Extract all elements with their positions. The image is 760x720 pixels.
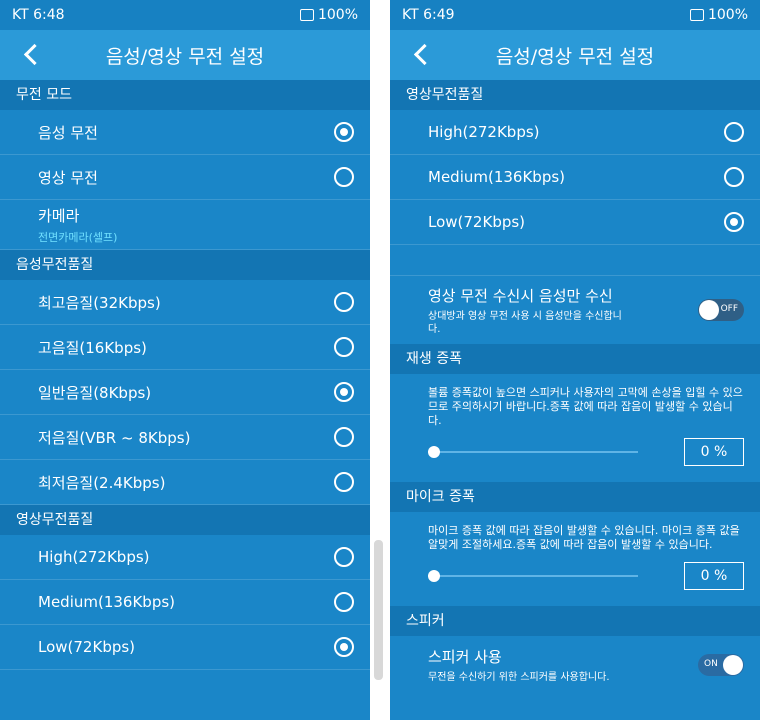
section-header-radio-mode: 무전 모드 — [0, 80, 370, 110]
radio-button[interactable] — [334, 547, 354, 567]
option-label: Medium(136Kbps) — [428, 168, 566, 186]
divider — [390, 245, 760, 276]
radio-button[interactable] — [724, 212, 744, 232]
toggle-knob — [723, 655, 743, 675]
voice-only-text: 영상 무전 수신시 음성만 수신 상대방과 영상 무전 사용 시 음성만을 수신… — [428, 285, 628, 336]
radio-button[interactable] — [724, 122, 744, 142]
playback-gain-value: 0 % — [684, 438, 744, 466]
toggle-state: OFF — [720, 304, 738, 314]
speaker-title: 스피커 사용 — [428, 648, 502, 666]
voice-only-desc: 상대방과 영상 무전 사용 시 음성만을 수신합니다. — [428, 310, 622, 335]
option-label: 최고음질(32Kbps) — [38, 293, 161, 312]
section-header-video-quality: 영상무전품질 — [390, 80, 760, 110]
section-header-mic-gain: 마이크 증폭 — [390, 482, 760, 512]
battery-level: 100% — [317, 7, 358, 23]
status-icons: 100% — [689, 7, 748, 23]
toggle-knob — [699, 300, 719, 320]
slider-thumb[interactable] — [428, 570, 440, 582]
voice-only-title: 영상 무전 수신시 음성만 수신 — [428, 286, 613, 305]
option-label: Medium(136Kbps) — [38, 593, 176, 611]
mic-gain-slider[interactable] — [428, 569, 638, 583]
section-header-speaker: 스피커 — [390, 606, 760, 636]
speaker-text: 스피커 사용 무전을 수신하기 위한 스피커를 사용합니다. — [428, 646, 610, 684]
playback-gain-desc: 볼륨 증폭값이 높으면 스피커나 사용자의 고막에 손상을 입힐 수 있으므로 … — [428, 386, 743, 427]
signal-icon — [299, 9, 314, 21]
voice-quality-option[interactable]: 최고음질(32Kbps) — [0, 280, 370, 325]
video-quality-option[interactable]: Low(72Kbps) — [0, 625, 370, 670]
camera-setting[interactable]: 카메라 전면카메라(셀프) — [0, 200, 370, 250]
slider-track — [428, 575, 638, 577]
radio-button[interactable] — [334, 167, 354, 187]
radio-button[interactable] — [334, 427, 354, 447]
voice-only-setting[interactable]: 영상 무전 수신시 음성만 수신 상대방과 영상 무전 사용 시 음성만을 수신… — [390, 276, 760, 344]
mic-gain-control: 0 % — [390, 558, 760, 594]
radio-button[interactable] — [724, 167, 744, 187]
speaker-desc: 무전을 수신하기 위한 스피커를 사용합니다. — [428, 672, 610, 683]
status-time: KT 6:48 — [12, 7, 65, 23]
radio-button[interactable] — [334, 337, 354, 357]
radio-button[interactable] — [334, 472, 354, 492]
section-header-voice-quality: 음성무전품질 — [0, 250, 370, 280]
video-quality-option[interactable]: Low(72Kbps) — [390, 200, 760, 245]
speaker-setting[interactable]: 스피커 사용 무전을 수신하기 위한 스피커를 사용합니다. ON — [390, 636, 760, 694]
radio-button[interactable] — [334, 592, 354, 612]
mic-gain-desc: 마이크 증폭 값에 따라 잡음이 발생할 수 있습니다. 마이크 증폭 값을 알… — [428, 524, 740, 551]
back-arrow-icon[interactable] — [412, 42, 428, 66]
voice-quality-option[interactable]: 일반음질(8Kbps) — [0, 370, 370, 415]
speaker-toggle[interactable]: ON — [698, 654, 744, 676]
toggle-state: ON — [704, 659, 718, 669]
option-voice-radio[interactable]: 음성 무전 — [0, 110, 370, 155]
app-bar: 음성/영상 무전 설정 — [0, 30, 370, 80]
status-bar: KT 6:48 100% — [0, 0, 370, 30]
option-label: 저음질(VBR ~ 8Kbps) — [38, 428, 191, 447]
radio-button[interactable] — [334, 122, 354, 142]
option-label: 일반음질(8Kbps) — [38, 383, 152, 402]
video-quality-option[interactable]: High(272Kbps) — [390, 110, 760, 155]
playback-gain-control: 0 % — [390, 434, 760, 470]
voice-quality-option[interactable]: 고음질(16Kbps) — [0, 325, 370, 370]
option-video-radio[interactable]: 영상 무전 — [0, 155, 370, 200]
scroll-handle[interactable] — [374, 540, 383, 680]
video-quality-option[interactable]: Medium(136Kbps) — [0, 580, 370, 625]
mic-gain-value: 0 % — [684, 562, 744, 590]
radio-button[interactable] — [334, 637, 354, 657]
radio-button[interactable] — [334, 292, 354, 312]
section-header-video-quality: 영상무전품질 — [0, 505, 370, 535]
voice-only-toggle[interactable]: OFF — [698, 299, 744, 321]
section-header-playback-gain: 재생 증폭 — [390, 344, 760, 374]
battery-level: 100% — [707, 7, 748, 23]
option-label: 최저음질(2.4Kbps) — [38, 473, 166, 492]
right-screen: KT 6:49 100% 음성/영상 무전 설정 영상무전품질 High(272… — [390, 0, 760, 720]
option-label: 영상 무전 — [38, 168, 98, 187]
option-label: High(272Kbps) — [428, 123, 540, 141]
left-screen: KT 6:48 100% 음성/영상 무전 설정 무전 모드 음성 무전 영상 … — [0, 0, 370, 720]
option-label: Low(72Kbps) — [428, 213, 526, 231]
slider-track — [428, 451, 638, 453]
option-label: 고음질(16Kbps) — [38, 338, 147, 357]
camera-label: 카메라 — [38, 206, 80, 225]
page-title: 음성/영상 무전 설정 — [495, 45, 655, 68]
voice-quality-option[interactable]: 저음질(VBR ~ 8Kbps) — [0, 415, 370, 460]
option-label: High(272Kbps) — [38, 548, 150, 566]
status-icons: 100% — [299, 7, 358, 23]
playback-gain-slider[interactable] — [428, 445, 638, 459]
status-time: KT 6:49 — [402, 7, 455, 23]
voice-quality-option[interactable]: 최저음질(2.4Kbps) — [0, 460, 370, 505]
status-bar: KT 6:49 100% — [390, 0, 760, 30]
slider-thumb[interactable] — [428, 446, 440, 458]
option-label: Low(72Kbps) — [38, 638, 136, 656]
video-quality-option[interactable]: Medium(136Kbps) — [390, 155, 760, 200]
app-bar: 음성/영상 무전 설정 — [390, 30, 760, 80]
signal-icon — [689, 9, 704, 21]
back-arrow-icon[interactable] — [22, 42, 38, 66]
radio-button[interactable] — [334, 382, 354, 402]
video-quality-option[interactable]: High(272Kbps) — [0, 535, 370, 580]
option-label: 음성 무전 — [38, 123, 98, 142]
camera-value: 전면카메라(셀프) — [38, 230, 118, 244]
page-title: 음성/영상 무전 설정 — [105, 45, 265, 68]
